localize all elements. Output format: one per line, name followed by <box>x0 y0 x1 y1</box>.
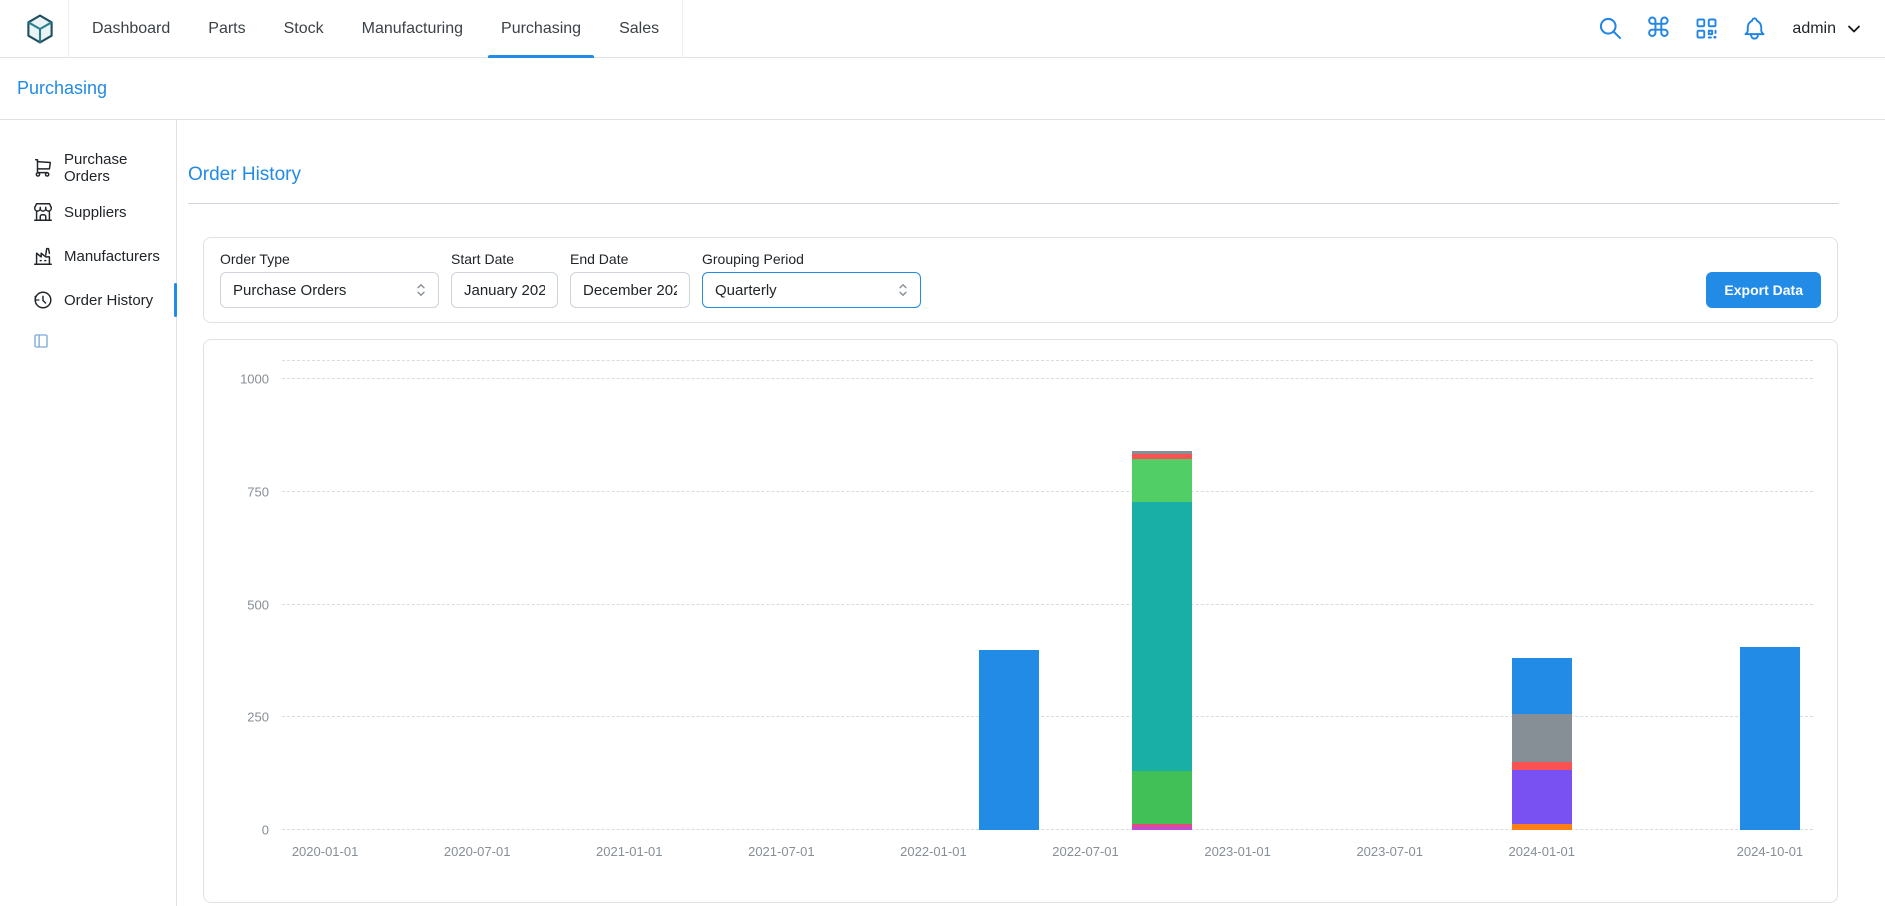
filter-panel: Order Type Purchase Orders Start Date En… <box>203 237 1838 323</box>
bar-segment <box>1512 770 1572 824</box>
x-axis-tick-label: 2023-07-01 <box>1356 844 1423 859</box>
bar-segment <box>1132 827 1192 830</box>
bar-segment <box>1512 762 1572 770</box>
end-date-input[interactable] <box>570 272 690 308</box>
order-type-value: Purchase Orders <box>233 282 346 299</box>
username-label: admin <box>1792 20 1836 38</box>
grouping-period-select[interactable]: Quarterly <box>702 272 921 308</box>
grouping-period-group: Grouping Period Quarterly <box>702 251 921 308</box>
x-axis-tick-label: 2021-07-01 <box>748 844 815 859</box>
sidebar-item-label: Purchase Orders <box>64 151 176 185</box>
x-axis-tick-label: 2022-01-01 <box>900 844 967 859</box>
bar-segment <box>1132 459 1192 502</box>
tab-sales[interactable]: Sales <box>600 0 678 58</box>
top-navbar: DashboardPartsStockManufacturingPurchasi… <box>0 0 1885 58</box>
tab-manufacturing[interactable]: Manufacturing <box>343 0 482 58</box>
history-icon <box>32 289 54 311</box>
order-history-chart-card: 0 250 500 750 1000 2020-01-01 2020-07-01 2021-0… <box>203 339 1838 903</box>
page-title: Order History <box>188 164 1839 186</box>
order-type-group: Order Type Purchase Orders <box>220 251 439 308</box>
x-axis-tick-label: 2020-07-01 <box>444 844 511 859</box>
bar-segment <box>1132 771 1192 824</box>
navbar-actions: ⌘ admin <box>1596 15 1864 43</box>
tab-parts[interactable]: Parts <box>189 0 264 58</box>
gridline-750 <box>282 491 1813 492</box>
grouping-period-value: Quarterly <box>715 282 777 299</box>
grouping-period-label: Grouping Period <box>702 251 921 267</box>
bar-segment <box>1512 824 1572 830</box>
order-type-label: Order Type <box>220 251 439 267</box>
sidebar-item-order-history[interactable]: Order History <box>0 278 176 322</box>
chart-plot-area: 025050075010002020-01-012020-07-012021-0… <box>282 360 1813 830</box>
start-date-label: Start Date <box>451 251 558 267</box>
end-date-group: End Date <box>570 251 690 308</box>
x-axis-tick-label: 2022-07-01 <box>1052 844 1119 859</box>
notifications-bell-icon[interactable] <box>1740 15 1768 43</box>
bar-segment <box>1132 502 1192 770</box>
building-store-icon <box>32 201 54 223</box>
bar-segment <box>1512 658 1572 714</box>
tab-stock[interactable]: Stock <box>265 0 343 58</box>
sidebar-item-label: Manufacturers <box>64 248 160 265</box>
sidebar-toggle-icon[interactable] <box>32 332 50 350</box>
shopping-cart-icon <box>32 157 54 179</box>
select-chevrons-icon <box>412 281 430 299</box>
bar-segment <box>979 650 1039 830</box>
y-axis-tick-label: 250 <box>247 710 269 725</box>
order-type-select[interactable]: Purchase Orders <box>220 272 439 308</box>
title-divider <box>188 203 1839 204</box>
end-date-label: End Date <box>570 251 690 267</box>
breadcrumb[interactable]: Purchasing <box>17 78 107 99</box>
command-palette-icon[interactable]: ⌘ <box>1644 15 1672 43</box>
start-date-input[interactable] <box>451 272 558 308</box>
qr-scan-icon[interactable] <box>1692 15 1720 43</box>
bar-segment <box>1740 647 1800 830</box>
search-icon[interactable] <box>1596 15 1624 43</box>
page-header: Purchasing <box>0 58 1885 120</box>
sidebar-item-suppliers[interactable]: Suppliers <box>0 190 176 234</box>
gridline-0 <box>282 829 1813 830</box>
content-area: Purchase Orders Suppliers Manufacturers Ord… <box>0 120 1885 906</box>
y-axis-tick-label: 0 <box>262 823 269 838</box>
export-data-button[interactable]: Export Data <box>1706 272 1821 308</box>
y-axis-tick-label: 1000 <box>240 372 269 387</box>
start-date-group: Start Date <box>451 251 558 308</box>
main-nav-tabs: DashboardPartsStockManufacturingPurchasi… <box>68 0 683 58</box>
y-axis-tick-label: 750 <box>247 484 269 499</box>
tab-dashboard[interactable]: Dashboard <box>73 0 189 58</box>
x-axis-tick-label: 2021-01-01 <box>596 844 663 859</box>
sidebar-item-label: Order History <box>64 292 153 309</box>
stacked-bar-2024-10-01[interactable] <box>1740 361 1800 830</box>
tab-purchasing[interactable]: Purchasing <box>482 0 600 58</box>
sidebar-item-purchase-orders[interactable]: Purchase Orders <box>0 146 176 190</box>
gridline-250 <box>282 716 1813 717</box>
sidebar-items: Purchase Orders Suppliers Manufacturers Ord… <box>0 146 176 322</box>
x-axis-tick-label: 2024-01-01 <box>1509 844 1576 859</box>
stacked-bar-2022-04-01[interactable] <box>979 361 1039 830</box>
sidebar: Purchase Orders Suppliers Manufacturers Ord… <box>0 120 177 906</box>
gridline-1000 <box>282 378 1813 379</box>
y-axis-tick-label: 500 <box>247 597 269 612</box>
sidebar-item-manufacturers[interactable]: Manufacturers <box>0 234 176 278</box>
x-axis-tick-label: 2023-01-01 <box>1204 844 1271 859</box>
user-menu[interactable]: admin <box>1792 19 1864 39</box>
x-axis-tick-label: 2020-01-01 <box>292 844 359 859</box>
building-factory-icon <box>32 245 54 267</box>
select-chevrons-icon <box>894 281 912 299</box>
bar-segment <box>1512 714 1572 763</box>
app-logo[interactable] <box>22 11 58 47</box>
main-panel: Order History Order Type Purchase Orders… <box>177 120 1885 906</box>
stacked-bar-2024-01-01[interactable] <box>1512 361 1572 830</box>
stacked-bar-2022-10-01[interactable] <box>1132 361 1192 830</box>
app-logo-icon <box>23 12 57 46</box>
chevron-down-icon <box>1844 19 1864 39</box>
sidebar-item-label: Suppliers <box>64 204 127 221</box>
gridline-500 <box>282 604 1813 605</box>
x-axis-tick-label: 2024-10-01 <box>1737 844 1804 859</box>
